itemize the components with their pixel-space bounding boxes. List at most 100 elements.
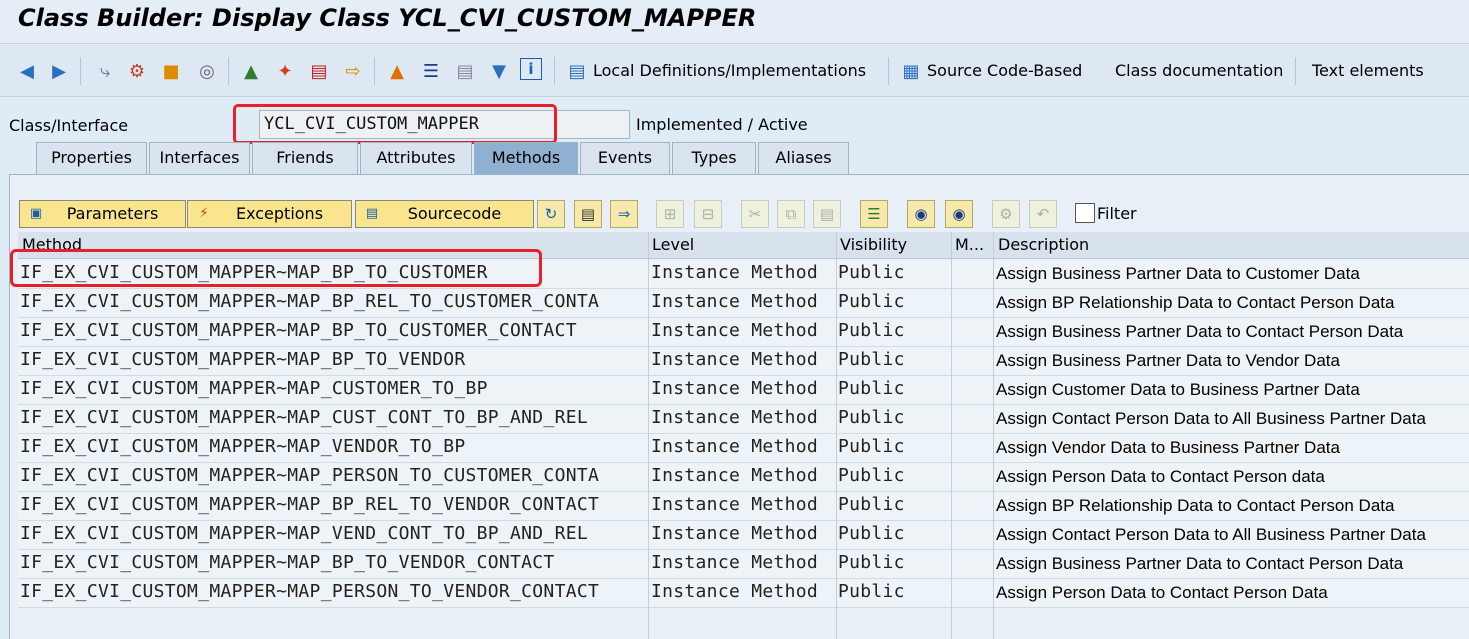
tab-methods[interactable]: Methods (474, 142, 578, 174)
check-icon[interactable]: ◎ (194, 58, 220, 84)
insert-row-icon[interactable]: ⊞ (656, 200, 684, 228)
navigate-to-icon[interactable]: ↻ (537, 200, 565, 228)
activate-icon[interactable]: ■ (158, 58, 184, 84)
cut-icon[interactable]: ✂ (741, 200, 769, 228)
print-icon[interactable]: ☰ (418, 58, 444, 84)
level-cell[interactable]: Instance Method (651, 407, 833, 428)
method-cell[interactable]: IF_EX_CVI_CUSTOM_MAPPER~MAP_VEND_CONT_TO… (20, 523, 632, 544)
tab-properties[interactable]: Properties (36, 142, 147, 174)
tab-attributes[interactable]: Attributes (360, 142, 472, 174)
level-cell[interactable]: Instance Method (651, 465, 833, 486)
column-header-level[interactable]: Level (652, 235, 694, 254)
redefine-icon[interactable]: ⇒ (610, 200, 638, 228)
visibility-cell[interactable]: Public (838, 291, 948, 312)
description-cell[interactable]: Assign Business Partner Data to Contact … (996, 322, 1466, 342)
info-icon[interactable]: i (520, 58, 542, 80)
visibility-cell[interactable]: Public (838, 581, 948, 602)
table-row[interactable]: IF_EX_CVI_CUSTOM_MAPPER~MAP_CUST_CONT_TO… (18, 405, 1469, 434)
level-cell[interactable]: Instance Method (651, 262, 833, 283)
filter-icon[interactable]: ▼ (486, 58, 512, 84)
other-object-icon[interactable]: ⤷ (92, 58, 118, 84)
visibility-cell[interactable]: Public (838, 436, 948, 457)
display-change-icon[interactable]: ⚙ (124, 58, 150, 84)
description-cell[interactable]: Assign Business Partner Data to Vendor D… (996, 351, 1466, 371)
sort-icon[interactable]: ☰ (860, 200, 888, 228)
exceptions-button[interactable]: ⚡ Exceptions (187, 200, 352, 228)
method-cell[interactable]: IF_EX_CVI_CUSTOM_MAPPER~MAP_CUSTOMER_TO_… (20, 378, 632, 399)
table-row[interactable]: IF_EX_CVI_CUSTOM_MAPPER~MAP_BP_TO_CUSTOM… (18, 318, 1469, 347)
description-cell[interactable]: Assign Business Partner Data to Customer… (996, 264, 1466, 284)
description-cell[interactable]: Assign Person Data to Contact Person dat… (996, 467, 1466, 487)
visibility-cell[interactable]: Public (838, 378, 948, 399)
method-cell[interactable]: IF_EX_CVI_CUSTOM_MAPPER~MAP_BP_REL_TO_VE… (20, 494, 632, 515)
back-icon[interactable]: ◀ (14, 58, 40, 84)
method-cell[interactable]: IF_EX_CVI_CUSTOM_MAPPER~MAP_BP_TO_VENDOR… (20, 552, 632, 573)
description-cell[interactable]: Assign Customer Data to Business Partner… (996, 380, 1466, 400)
description-cell[interactable]: Assign BP Relationship Data to Contact P… (996, 293, 1466, 313)
level-cell[interactable]: Instance Method (651, 349, 833, 370)
local-definitions-button[interactable]: Local Definitions/Implementations (593, 61, 866, 80)
visibility-cell[interactable]: Public (838, 349, 948, 370)
description-cell[interactable]: Assign Business Partner Data to Contact … (996, 554, 1466, 574)
visibility-cell[interactable]: Public (838, 407, 948, 428)
table-row[interactable]: IF_EX_CVI_CUSTOM_MAPPER~MAP_BP_TO_VENDOR… (18, 347, 1469, 376)
checkbox-box[interactable] (1075, 203, 1095, 223)
tab-friends[interactable]: Friends (252, 142, 358, 174)
tab-aliases[interactable]: Aliases (758, 142, 849, 174)
description-cell[interactable]: Assign Vendor Data to Business Partner D… (996, 438, 1466, 458)
detail-view-icon[interactable]: ▤ (574, 200, 602, 228)
forward-icon[interactable]: ▶ (46, 58, 72, 84)
source-code-based-button[interactable]: Source Code-Based (927, 61, 1082, 80)
method-cell[interactable]: IF_EX_CVI_CUSTOM_MAPPER~MAP_BP_TO_VENDOR (20, 349, 632, 370)
level-cell[interactable]: Instance Method (651, 436, 833, 457)
level-cell[interactable]: Instance Method (651, 523, 833, 544)
method-cell[interactable]: IF_EX_CVI_CUSTOM_MAPPER~MAP_VENDOR_TO_BP (20, 436, 632, 457)
hierarchy-icon[interactable]: ▲ (384, 58, 410, 84)
delete-row-icon[interactable]: ⊟ (694, 200, 722, 228)
table-row[interactable]: IF_EX_CVI_CUSTOM_MAPPER~MAP_PERSON_TO_VE… (18, 579, 1469, 608)
level-cell[interactable]: Instance Method (651, 494, 833, 515)
object-list-icon[interactable]: ✦ (272, 58, 298, 84)
description-cell[interactable]: Assign Contact Person Data to All Busine… (996, 525, 1466, 545)
navigate-icon[interactable]: ▤ (306, 58, 332, 84)
sourcecode-button[interactable]: ▤ Sourcecode (355, 200, 534, 228)
method-cell[interactable]: IF_EX_CVI_CUSTOM_MAPPER~MAP_PERSON_TO_VE… (20, 581, 632, 602)
description-cell[interactable]: Assign Contact Person Data to All Busine… (996, 409, 1466, 429)
visibility-cell[interactable]: Public (838, 494, 948, 515)
level-cell[interactable]: Instance Method (651, 291, 833, 312)
visibility-cell[interactable]: Public (838, 552, 948, 573)
undo-icon[interactable]: ↶ (1029, 200, 1057, 228)
settings-icon[interactable]: ⚙ (992, 200, 1020, 228)
level-cell[interactable]: Instance Method (651, 581, 833, 602)
visibility-cell[interactable]: Public (838, 465, 948, 486)
table-row[interactable]: IF_EX_CVI_CUSTOM_MAPPER~MAP_BP_REL_TO_CU… (18, 289, 1469, 318)
paste-icon[interactable]: ▤ (813, 200, 841, 228)
method-cell[interactable]: IF_EX_CVI_CUSTOM_MAPPER~MAP_BP_TO_CUSTOM… (20, 320, 632, 341)
visibility-cell[interactable]: Public (838, 523, 948, 544)
tab-interfaces[interactable]: Interfaces (149, 142, 250, 174)
level-cell[interactable]: Instance Method (651, 378, 833, 399)
description-cell[interactable]: Assign Person Data to Contact Person Dat… (996, 583, 1466, 603)
find-next-icon[interactable]: ◉ (945, 200, 973, 228)
description-cell[interactable]: Assign BP Relationship Data to Contact P… (996, 496, 1466, 516)
enhance-icon[interactable]: ⇨ (340, 58, 366, 84)
find-icon[interactable]: ◉ (907, 200, 935, 228)
table-row[interactable]: IF_EX_CVI_CUSTOM_MAPPER~MAP_VENDOR_TO_BP… (18, 434, 1469, 463)
level-cell[interactable]: Instance Method (651, 320, 833, 341)
table-row[interactable]: IF_EX_CVI_CUSTOM_MAPPER~MAP_PERSON_TO_CU… (18, 463, 1469, 492)
table-row[interactable]: IF_EX_CVI_CUSTOM_MAPPER~MAP_CUSTOMER_TO_… (18, 376, 1469, 405)
table-row[interactable]: IF_EX_CVI_CUSTOM_MAPPER~MAP_VEND_CONT_TO… (18, 521, 1469, 550)
filter-checkbox[interactable]: Filter (1075, 203, 1137, 223)
level-cell[interactable]: Instance Method (651, 552, 833, 573)
class-documentation-button[interactable]: Class documentation (1115, 61, 1283, 80)
copy-icon[interactable]: ⧉ (777, 200, 805, 228)
column-header-modeled[interactable]: M... (955, 235, 984, 254)
visibility-cell[interactable]: Public (838, 262, 948, 283)
column-header-description[interactable]: Description (998, 235, 1089, 254)
where-used-icon[interactable]: ▲ (238, 58, 264, 84)
table-row[interactable]: IF_EX_CVI_CUSTOM_MAPPER~MAP_BP_REL_TO_VE… (18, 492, 1469, 521)
method-cell[interactable]: IF_EX_CVI_CUSTOM_MAPPER~MAP_CUST_CONT_TO… (20, 407, 632, 428)
tab-types[interactable]: Types (672, 142, 756, 174)
column-header-visibility[interactable]: Visibility (840, 235, 907, 254)
table-row[interactable]: IF_EX_CVI_CUSTOM_MAPPER~MAP_BP_TO_VENDOR… (18, 550, 1469, 579)
